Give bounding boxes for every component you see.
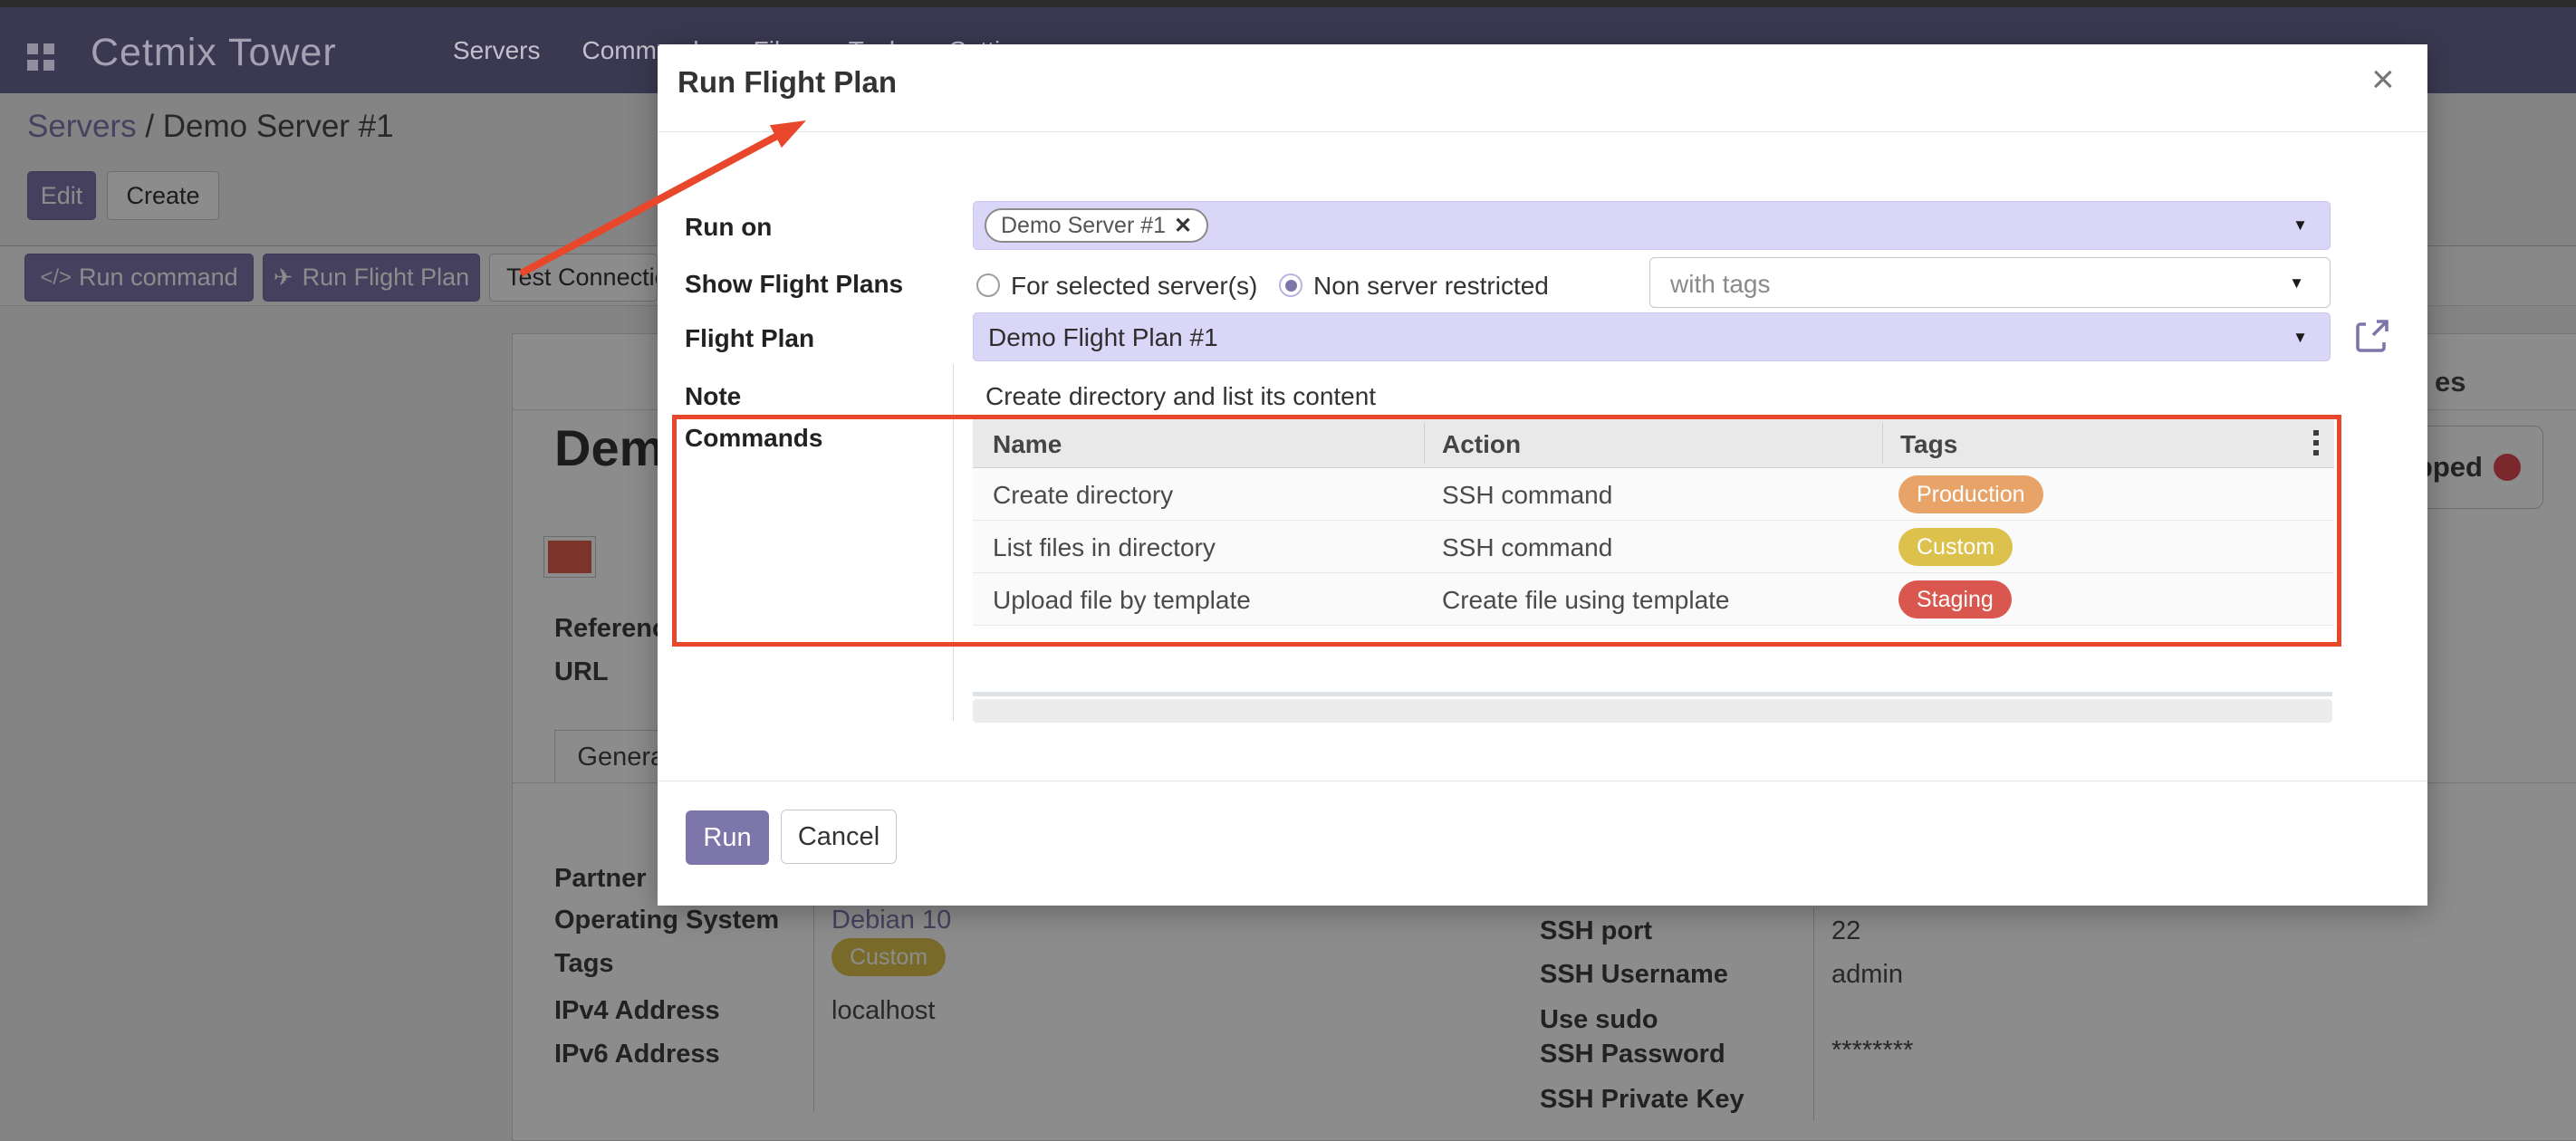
run-button-label: Run	[686, 810, 769, 865]
radio-non-server-restricted-label[interactable]: Non server restricted	[1313, 272, 1549, 301]
with-tags-select[interactable]: with tags ▼	[1649, 257, 2331, 308]
run-on-label: Run on	[685, 213, 772, 242]
radio-for-selected-servers-label[interactable]: For selected server(s)	[1011, 272, 1257, 301]
chevron-down-icon[interactable]: ▼	[2289, 274, 2304, 292]
note-value: Create directory and list its content	[985, 382, 1376, 411]
cancel-button[interactable]: Cancel	[781, 810, 897, 864]
flight-plan-value: Demo Flight Plan #1	[988, 323, 1218, 352]
dialog-title: Run Flight Plan	[678, 65, 897, 100]
dialog-header-divider	[658, 131, 2427, 132]
table-horizontal-scrollbar[interactable]	[973, 699, 2332, 723]
server-tag-label: Demo Server #1	[1001, 213, 1166, 239]
external-link-icon[interactable]	[2353, 317, 2391, 355]
show-flight-plans-label: Show Flight Plans	[685, 270, 903, 299]
apps-grid-icon[interactable]	[27, 43, 54, 71]
chevron-down-icon[interactable]: ▼	[2292, 216, 2308, 235]
flight-plan-select[interactable]: Demo Flight Plan #1 ▼	[973, 312, 2331, 361]
run-on-server-tag: Demo Server #1 ✕	[985, 208, 1208, 243]
table-scrollbar-track-edge	[973, 692, 2332, 696]
flight-plan-label: Flight Plan	[685, 324, 814, 353]
app-brand[interactable]: Cetmix Tower	[91, 31, 337, 75]
note-label: Note	[685, 382, 741, 411]
close-icon[interactable]: ×	[2371, 57, 2395, 102]
chevron-down-icon[interactable]: ▼	[2292, 329, 2308, 347]
annotation-highlight-rectangle	[672, 415, 2341, 647]
nav-item-servers[interactable]: Servers	[453, 36, 540, 65]
window-top-strip	[0, 0, 2576, 7]
radio-for-selected-servers[interactable]	[976, 273, 1000, 297]
run-on-field[interactable]: Demo Server #1 ✕ ▼	[973, 201, 2331, 250]
run-button[interactable]: Run	[658, 44, 659, 46]
remove-tag-icon[interactable]: ✕	[1174, 213, 1192, 239]
with-tags-placeholder: with tags	[1670, 270, 1771, 299]
radio-non-server-restricted[interactable]	[1279, 273, 1302, 297]
screen: Cetmix Tower Servers Commands Files Tool…	[0, 0, 2576, 1141]
